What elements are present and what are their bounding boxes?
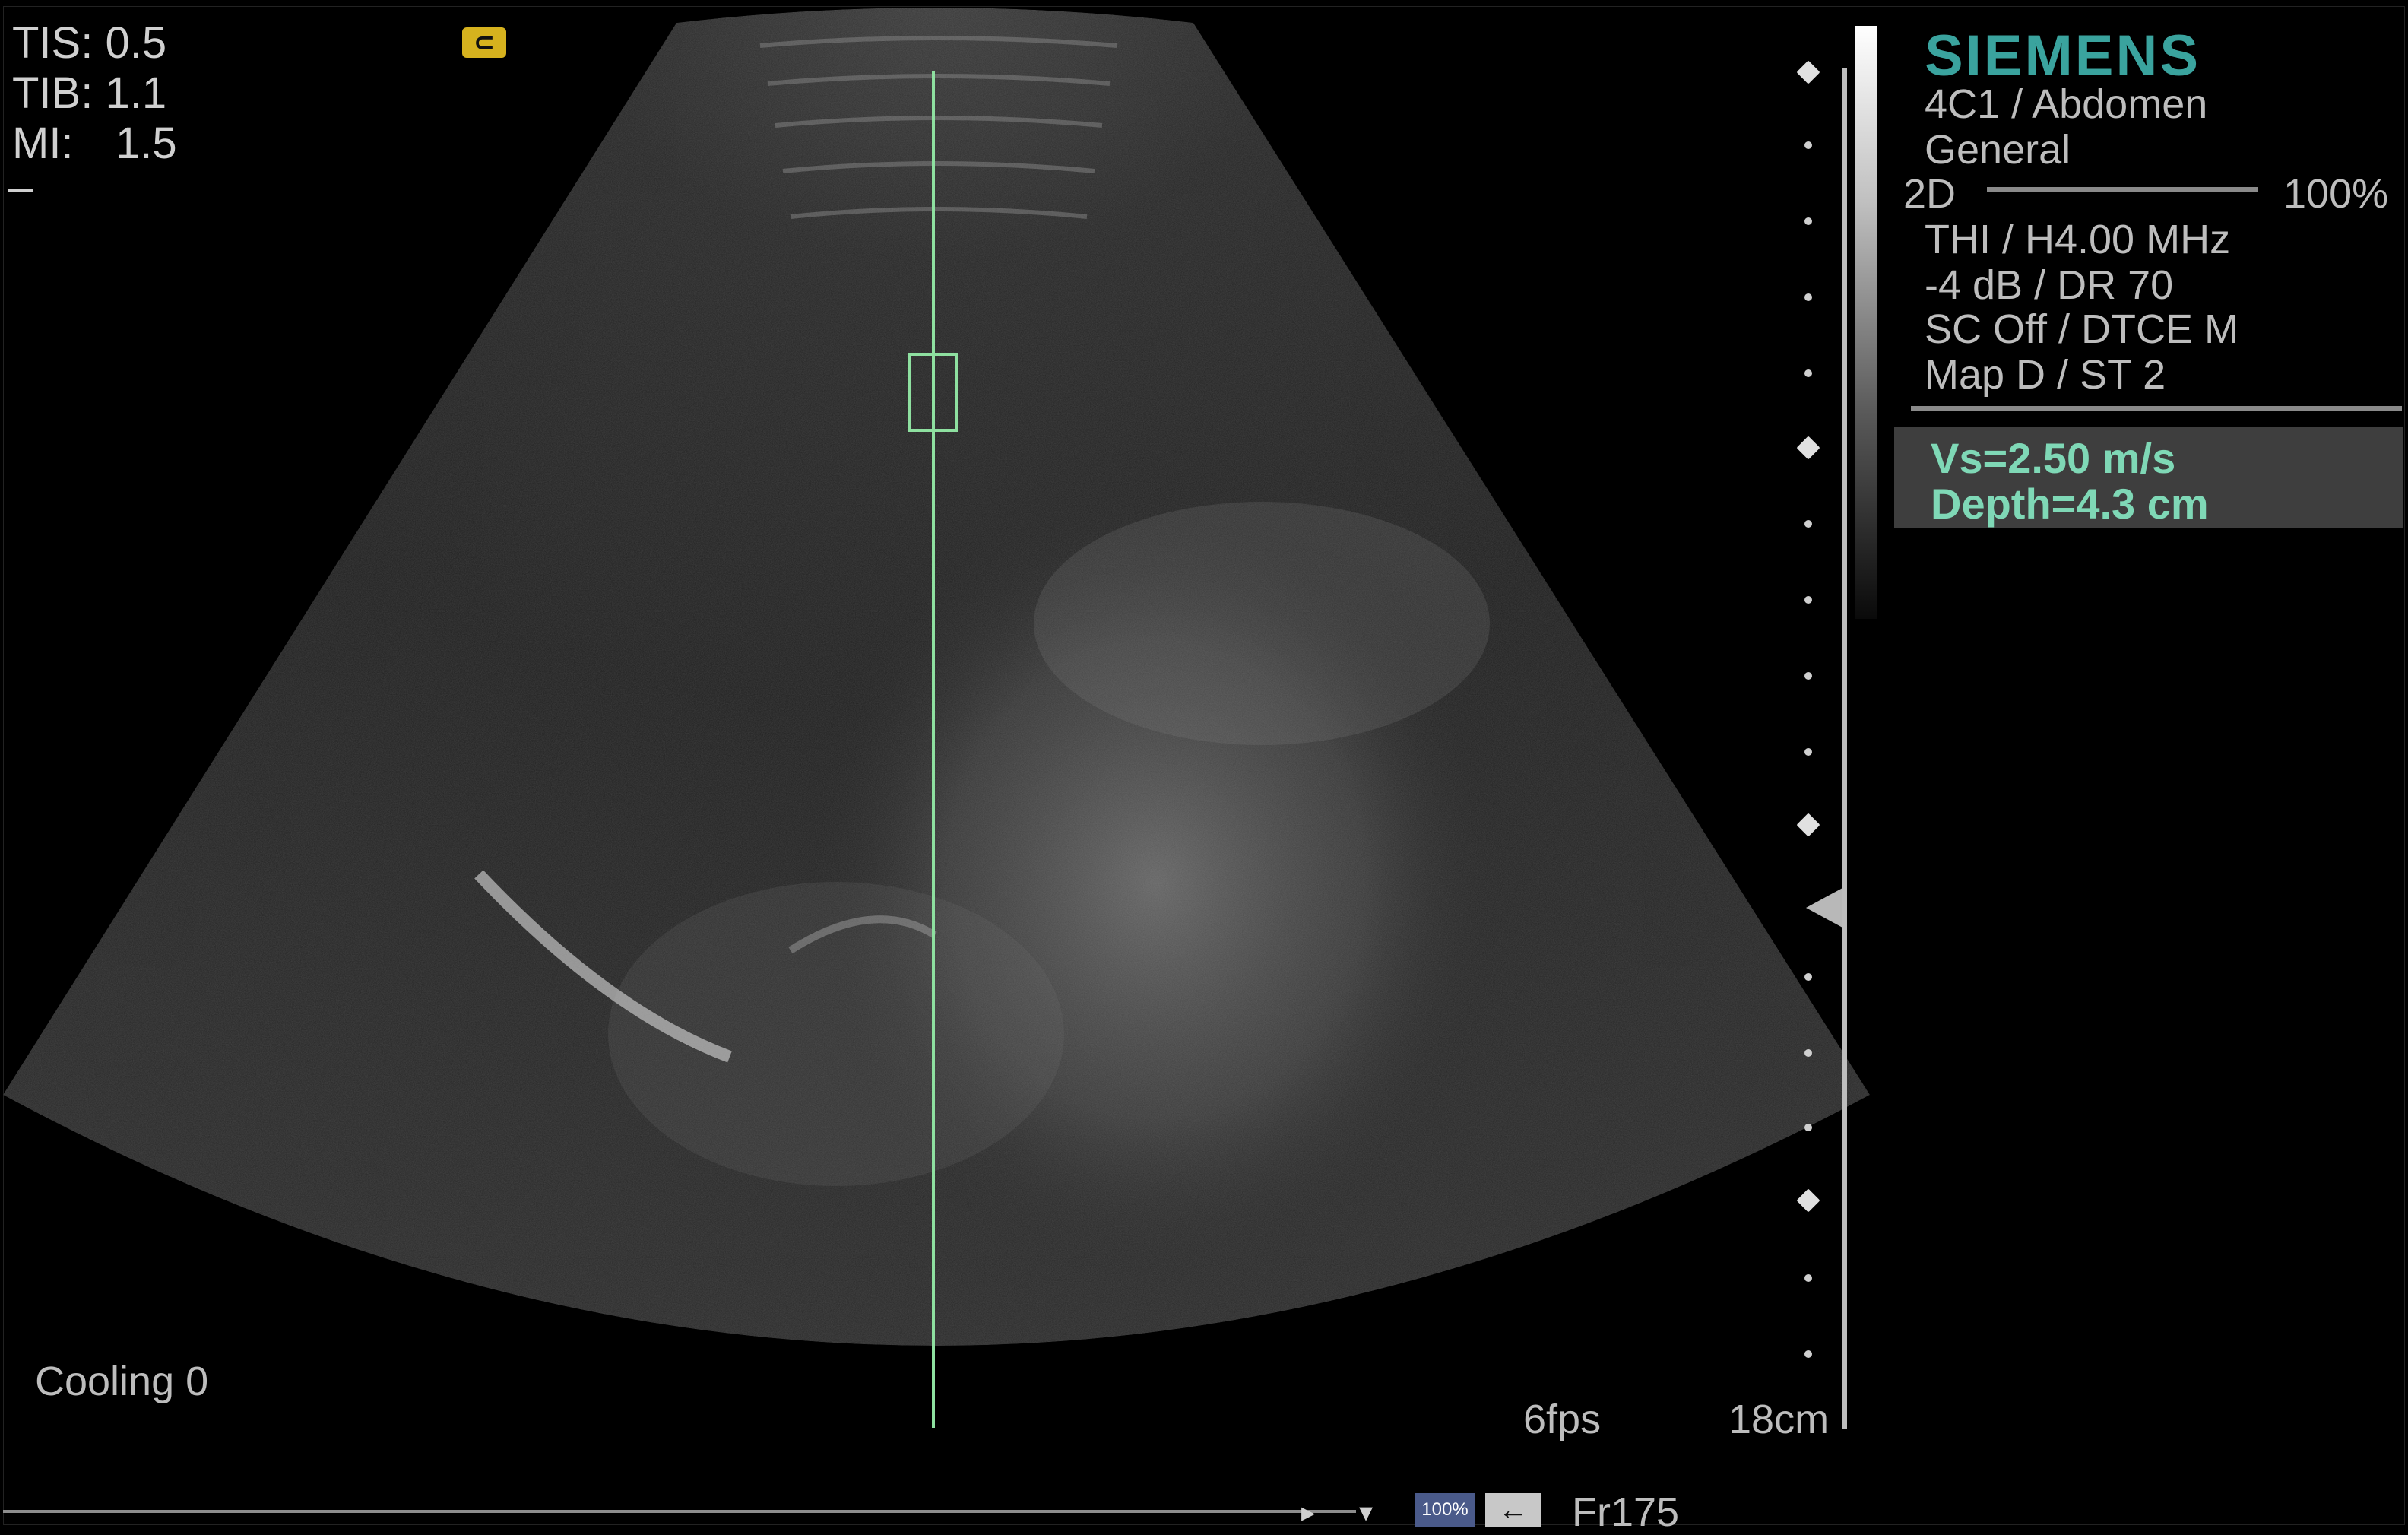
depth-tick <box>1804 141 1812 149</box>
depth-tick <box>1804 1049 1812 1057</box>
probe-preset: 4C1 / Abdomen <box>1925 81 2208 127</box>
velocity-result: Vs=2.50 m/s <box>1931 434 2176 482</box>
info-divider <box>1911 406 2402 411</box>
depth-tick <box>1804 672 1812 680</box>
imaging-mode: 2D <box>1903 171 1956 217</box>
depth-tick <box>1804 748 1812 756</box>
mi-label: MI: <box>12 119 74 168</box>
zoom-level[interactable]: 100% <box>1415 1493 1475 1527</box>
cine-step-icon[interactable]: ▾ <box>1359 1496 1373 1528</box>
power-bar <box>1987 187 2258 192</box>
depth-tick <box>1804 1124 1812 1131</box>
depth-tick <box>1804 217 1812 225</box>
depth-tick <box>1804 520 1812 528</box>
depth-scale: 18cm <box>1728 1397 1830 1442</box>
depth-result: Depth=4.3 cm <box>1931 480 2209 528</box>
depth-tick <box>1804 1274 1812 1282</box>
depth-tick <box>1804 293 1812 301</box>
power-percent: 100% <box>2283 171 2389 217</box>
cine-play-icon[interactable]: ▸ <box>1301 1496 1315 1528</box>
processing-setting: SC Off / DTCE M <box>1925 306 2239 352</box>
grayscale-bar <box>1855 26 1877 619</box>
cine-timeline[interactable] <box>3 1510 1356 1513</box>
cooling-status: Cooling 0 <box>35 1359 209 1404</box>
depth-ruler <box>1842 68 1847 1429</box>
exam-type: General <box>1925 127 2071 173</box>
depth-tick <box>1804 973 1812 981</box>
probe-orientation-icon: ⊂ <box>462 27 506 58</box>
frame-rate: 6fps <box>1523 1397 1602 1442</box>
left-margin-marker <box>8 189 33 192</box>
map-setting: Map D / ST 2 <box>1925 352 2166 398</box>
brand-logo: SIEMENS <box>1925 24 2201 88</box>
depth-tick <box>1804 596 1812 604</box>
arrow-left-icon[interactable]: ← <box>1485 1493 1541 1527</box>
tib-readout: TIB: 1.1 <box>12 68 167 118</box>
gain-setting: -4 dB / DR 70 <box>1925 262 2174 308</box>
focal-zone-marker[interactable] <box>1806 888 1842 928</box>
tis-readout: TIS: 0.5 <box>12 18 167 68</box>
mi-value: 1.5 <box>116 119 177 168</box>
depth-tick <box>1804 1350 1812 1358</box>
harmonic-setting: THI / H4.00 MHz <box>1925 217 2231 262</box>
frame-number: Fr175 <box>1572 1489 1680 1535</box>
depth-tick <box>1804 369 1812 377</box>
